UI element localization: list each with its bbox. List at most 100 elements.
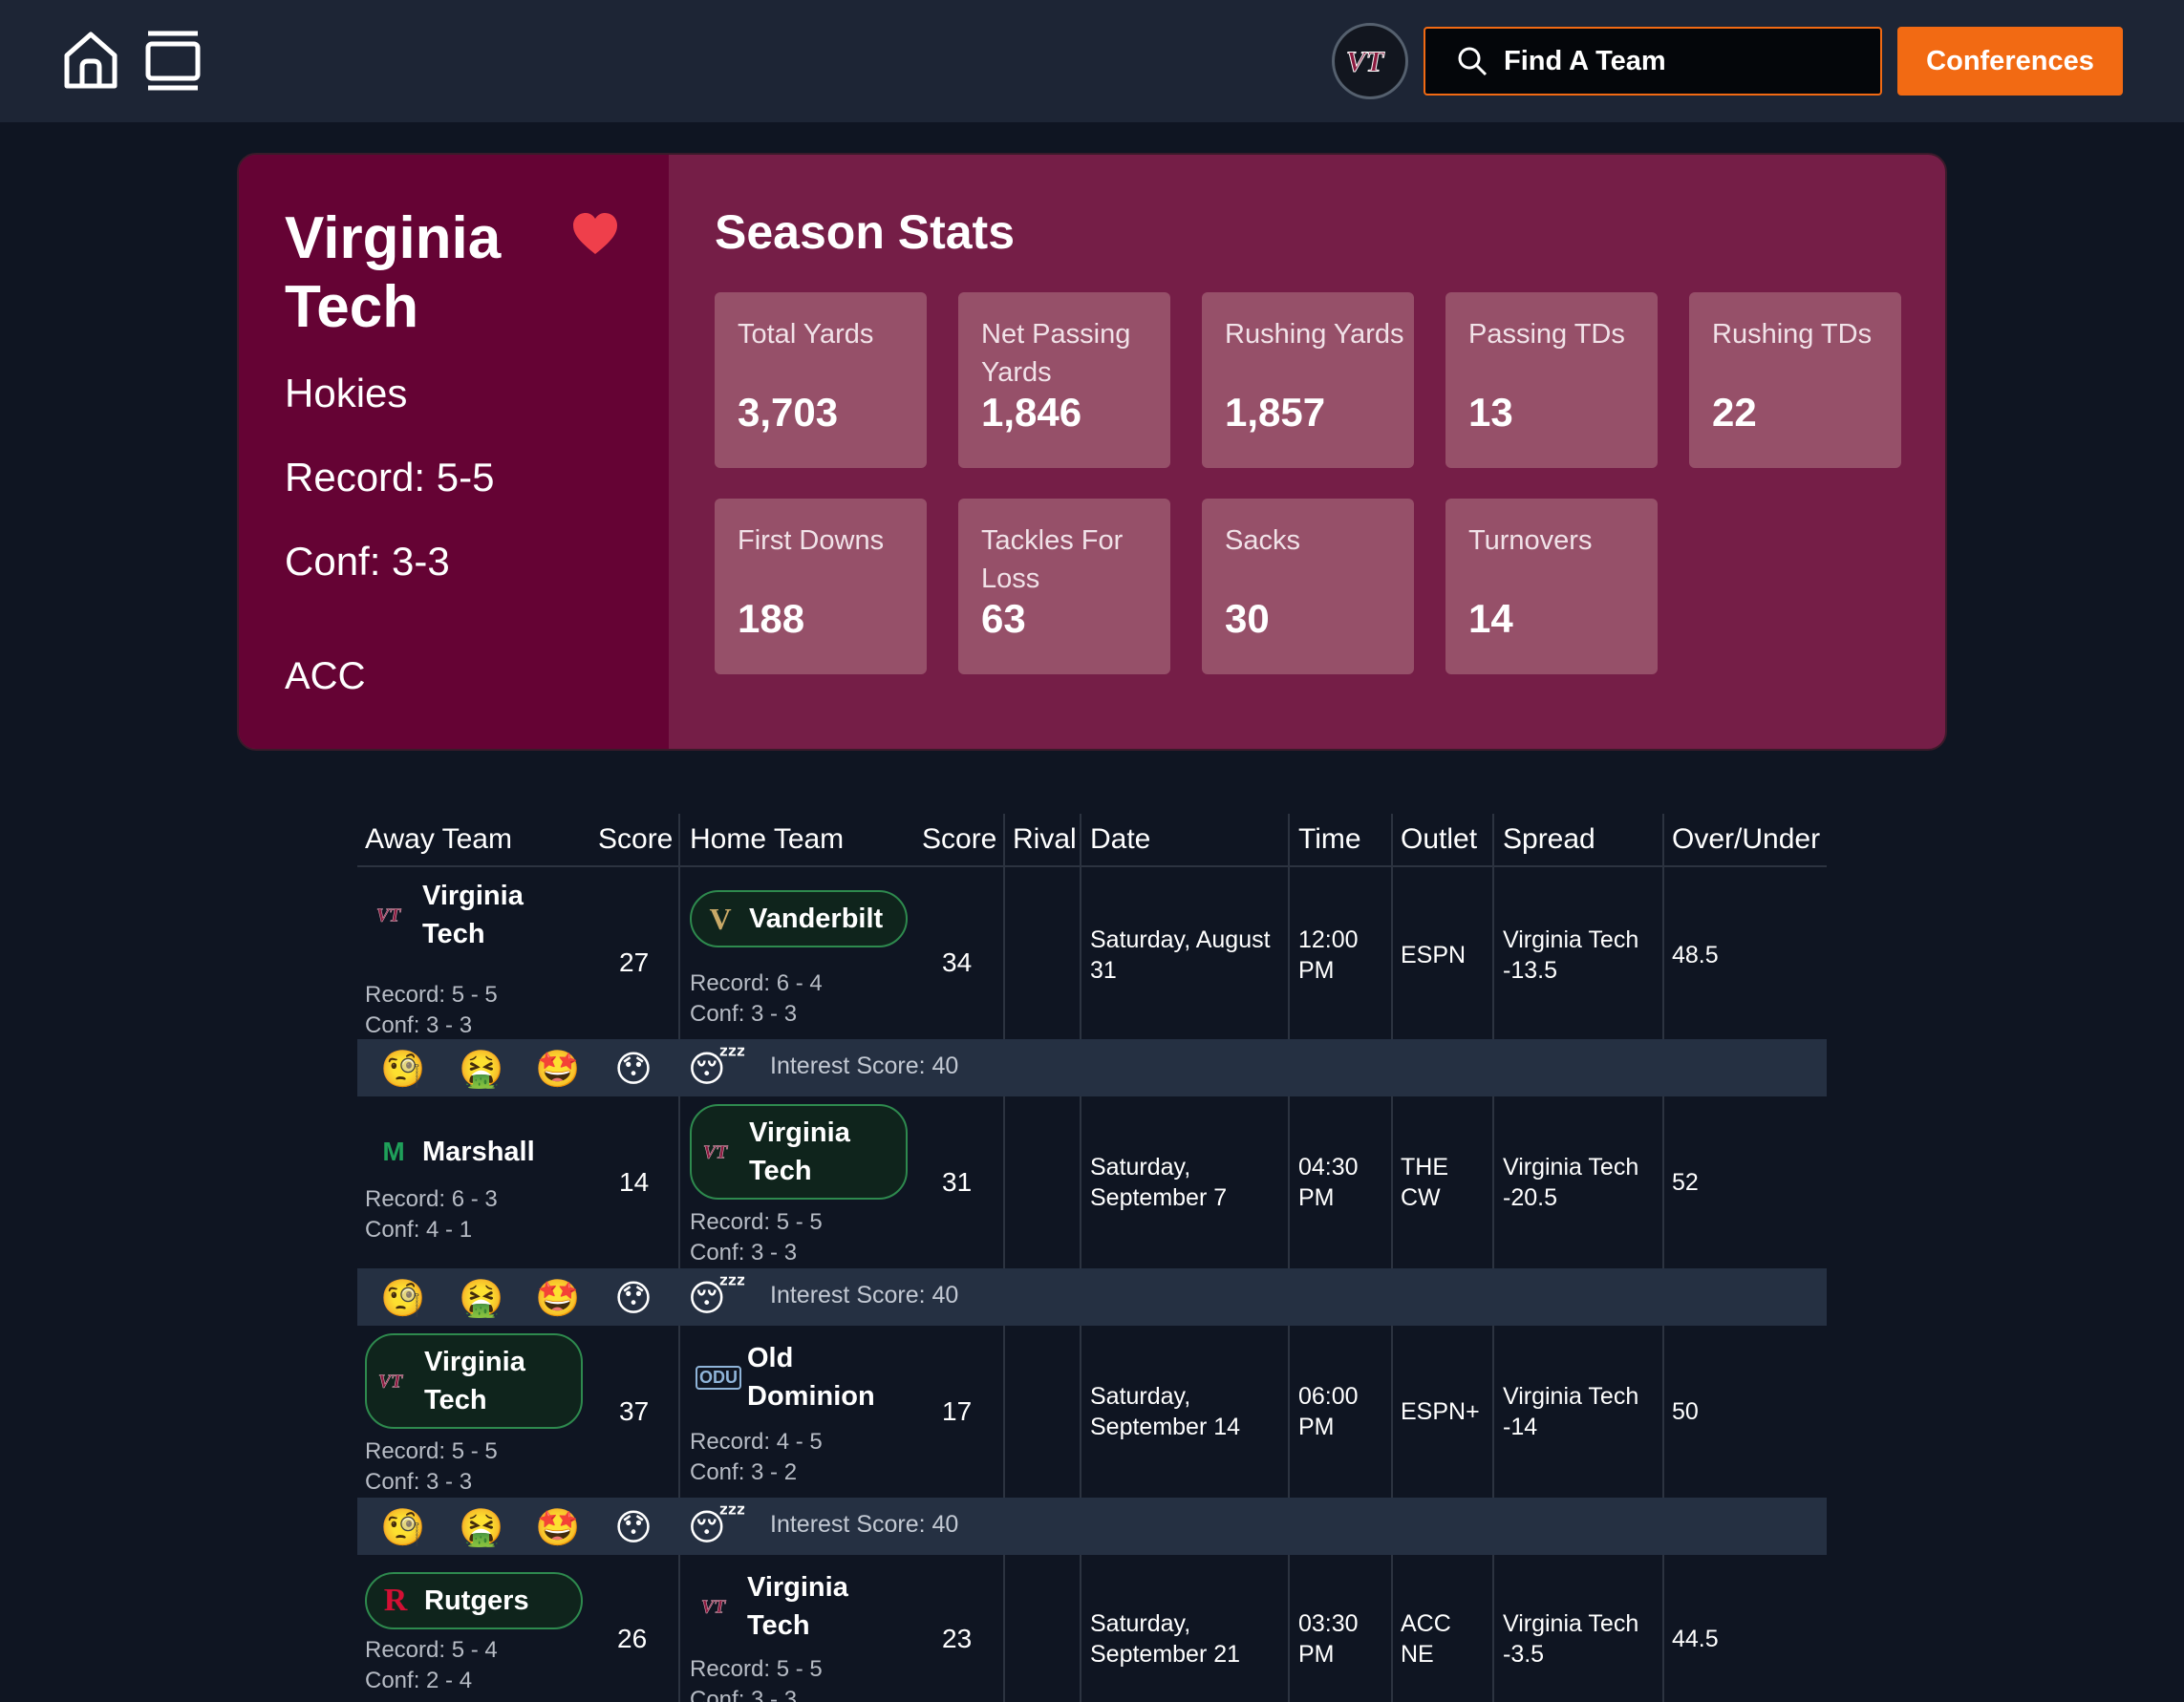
vomit-emoji-icon[interactable]: 🤮: [459, 1505, 503, 1549]
col-header-home-score[interactable]: Score: [922, 823, 996, 856]
star-struck-emoji-icon[interactable]: 🤩: [535, 1047, 580, 1091]
away-team-record: Record: 5 - 4: [365, 1637, 498, 1663]
home-team[interactable]: V Vanderbilt: [690, 890, 908, 947]
away-team[interactable]: VT Virginia Tech: [365, 877, 527, 953]
stat-card: Net Passing Yards 1,846: [958, 292, 1170, 468]
games-table: Away Team Score Home Team Score Rival Da…: [357, 814, 1827, 1702]
stat-label: Tackles For Loss: [981, 525, 1124, 594]
vt-logo-icon: VT: [1345, 44, 1385, 78]
home-team-conf: Conf: 3 - 3: [690, 1240, 798, 1266]
game-date: Saturday, September 7: [1090, 1154, 1228, 1211]
team-name: Virginia Tech: [285, 205, 502, 340]
team-logo-button[interactable]: VT: [1332, 23, 1408, 99]
home-team-conf: Conf: 3 - 3: [690, 1687, 798, 1702]
game-time: 04:30 PM: [1298, 1154, 1359, 1211]
away-team-name: Virginia Tech: [422, 881, 524, 949]
team-conf-record: Conf: 3-3: [285, 539, 450, 584]
marshall-logo-icon: M: [382, 1137, 405, 1166]
away-team[interactable]: M Marshall: [365, 1133, 534, 1171]
sleeping-emoji-icon[interactable]: 😴: [688, 1276, 746, 1320]
col-header-rival[interactable]: Rival: [1013, 823, 1077, 856]
game-row[interactable]: R Rutgers Record: 5 - 4 Conf: 2 - 4 26 V…: [357, 1555, 1827, 1702]
tabs-icon[interactable]: [143, 29, 203, 92]
stat-value: 188: [738, 596, 805, 641]
monocle-emoji-icon[interactable]: 🧐: [380, 1047, 425, 1091]
col-header-time[interactable]: Time: [1298, 823, 1361, 856]
home-team-name: Virginia Tech: [747, 1572, 848, 1641]
team-info-panel: Virginia Tech Hokies Record: 5-5 Conf: 3…: [239, 155, 669, 749]
search-icon: [1458, 47, 1488, 76]
col-header-date[interactable]: Date: [1090, 823, 1150, 856]
home-team-record: Record: 4 - 5: [690, 1429, 823, 1455]
col-header-over-under[interactable]: Over/Under: [1672, 823, 1820, 856]
top-bar: VT Conferences: [0, 0, 2184, 122]
search-box[interactable]: [1424, 27, 1882, 96]
col-header-away-score[interactable]: Score: [598, 823, 673, 856]
home-score: 34: [942, 947, 973, 977]
home-team-record: Record: 6 - 4: [690, 970, 823, 996]
home-team[interactable]: VT Virginia Tech: [690, 1104, 908, 1200]
stat-card: Rushing Yards 1,857: [1202, 292, 1414, 468]
away-team-record: Record: 6 - 3: [365, 1186, 498, 1212]
away-team-conf: Conf: 4 - 1: [365, 1217, 473, 1243]
vt-logo-icon: VT: [373, 896, 415, 934]
stat-value: 13: [1468, 390, 1513, 435]
monocle-emoji-icon[interactable]: 🧐: [380, 1276, 425, 1320]
game-outlet: THE CW: [1401, 1154, 1448, 1211]
odu-logo-icon: ODU: [696, 1358, 741, 1396]
stat-value: 1,857: [1225, 390, 1326, 435]
game-time: 03:30 PM: [1298, 1610, 1359, 1668]
away-team-conf: Conf: 2 - 4: [365, 1668, 473, 1693]
stat-label: Net Passing Yards: [981, 319, 1131, 388]
home-icon[interactable]: [61, 29, 120, 92]
stat-label: Total Yards: [738, 319, 874, 350]
surprised-emoji-icon[interactable]: 😯: [611, 1505, 655, 1549]
game-over-under: 50: [1672, 1398, 1699, 1425]
away-team[interactable]: R Rutgers: [365, 1572, 583, 1629]
vomit-emoji-icon[interactable]: 🤮: [459, 1276, 503, 1320]
col-header-outlet[interactable]: Outlet: [1401, 823, 1477, 856]
star-struck-emoji-icon[interactable]: 🤩: [535, 1505, 580, 1549]
sleeping-emoji-icon[interactable]: 😴: [688, 1505, 746, 1549]
svg-text:VT: VT: [378, 1371, 403, 1392]
stat-label: Turnovers: [1468, 525, 1593, 556]
heart-icon[interactable]: [571, 212, 619, 258]
game-row[interactable]: VT Virginia Tech Record: 5 - 5 Conf: 3 -…: [357, 867, 1827, 1096]
stat-label: Rushing Yards: [1225, 319, 1404, 350]
monocle-emoji-icon[interactable]: 🧐: [380, 1505, 425, 1549]
game-row[interactable]: VT Virginia Tech Record: 5 - 5 Conf: 3 -…: [357, 1326, 1827, 1555]
vomit-emoji-icon[interactable]: 🤮: [459, 1047, 503, 1091]
stat-value: 63: [981, 596, 1026, 641]
game-outlet: ACC NE: [1401, 1610, 1451, 1668]
sleeping-emoji-icon[interactable]: 😴: [688, 1047, 746, 1091]
surprised-emoji-icon[interactable]: 😯: [611, 1047, 655, 1091]
col-header-home-team[interactable]: Home Team: [690, 823, 844, 856]
home-team-name: Virginia Tech: [749, 1117, 850, 1186]
home-score: 17: [942, 1396, 973, 1426]
game-spread: Virginia Tech -13.5: [1503, 926, 1639, 984]
stat-label: Sacks: [1225, 525, 1300, 556]
surprised-emoji-icon[interactable]: 😯: [611, 1276, 655, 1320]
col-header-away-team[interactable]: Away Team: [365, 823, 512, 856]
conferences-button[interactable]: Conferences: [1897, 27, 2123, 96]
away-team-name: Virginia Tech: [424, 1347, 525, 1415]
stat-card: Rushing TDs 22: [1689, 292, 1901, 468]
svg-text:VT: VT: [701, 1596, 726, 1617]
star-struck-emoji-icon[interactable]: 🤩: [535, 1276, 580, 1320]
team-conference: ACC: [285, 655, 366, 697]
stat-card: Total Yards 3,703: [715, 292, 927, 468]
vt-logo-icon: VT: [375, 1362, 417, 1400]
home-team-name: Old Dominion: [747, 1343, 875, 1412]
home-team[interactable]: VT Virginia Tech: [690, 1568, 852, 1645]
search-input[interactable]: [1504, 45, 1867, 77]
game-row[interactable]: M Marshall Record: 6 - 3 Conf: 4 - 1 14 …: [357, 1096, 1827, 1326]
away-score: 27: [619, 947, 650, 977]
interest-score: Interest Score: 40: [770, 1282, 959, 1308]
game-time: 06:00 PM: [1298, 1383, 1359, 1440]
home-team[interactable]: ODU Old Dominion: [690, 1339, 881, 1415]
away-team[interactable]: VT Virginia Tech: [365, 1333, 583, 1429]
home-team-record: Record: 5 - 5: [690, 1209, 823, 1235]
svg-text:VT: VT: [376, 904, 401, 925]
rutgers-logo-icon: R: [383, 1583, 408, 1618]
col-header-spread[interactable]: Spread: [1503, 823, 1595, 856]
